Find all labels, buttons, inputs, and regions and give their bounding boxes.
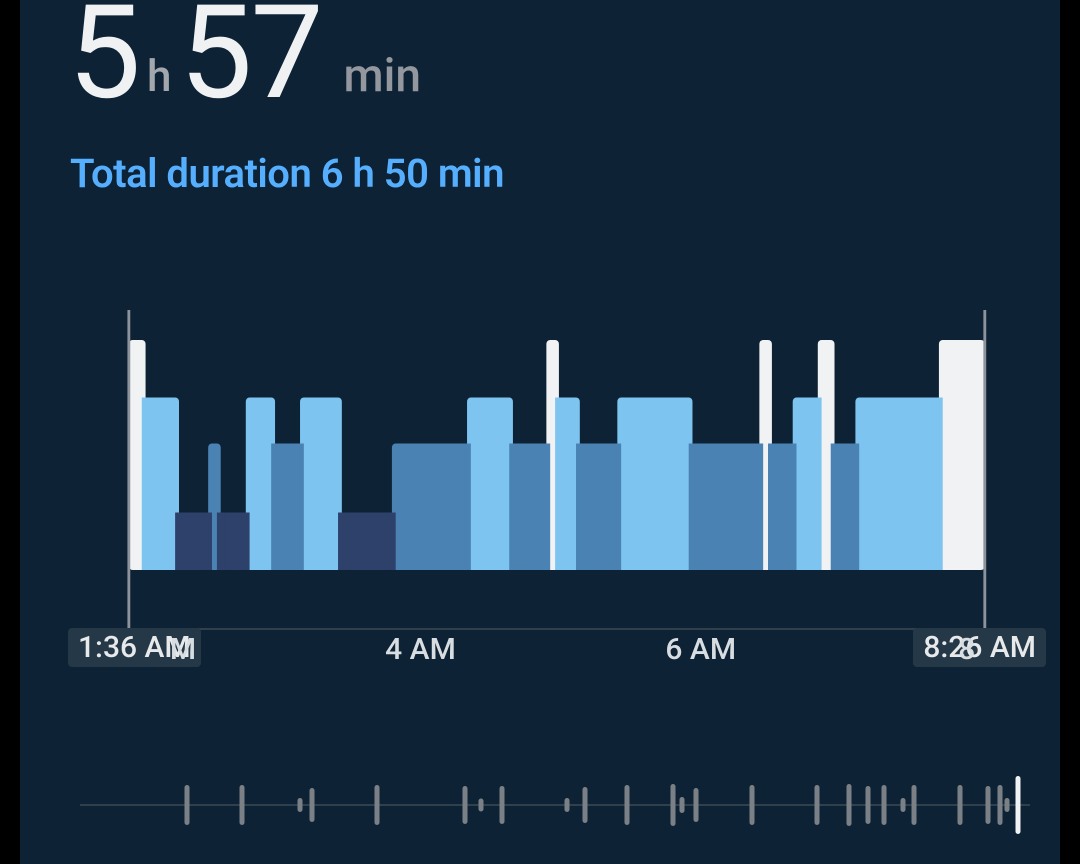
motion-marker — [374, 785, 379, 825]
motion-marker — [499, 786, 504, 824]
motion-marker — [694, 788, 699, 822]
x-axis-tick: 8 — [958, 632, 975, 667]
x-axis-tick: 4 AM — [385, 632, 456, 667]
minutes-unit: min — [344, 49, 421, 103]
stage-segment — [179, 513, 208, 571]
sleep-stage-chart[interactable] — [88, 300, 1038, 630]
motion-marker — [749, 785, 754, 825]
motion-marker — [680, 797, 685, 813]
motion-current-marker[interactable] — [1016, 776, 1021, 834]
stage-segment — [939, 340, 985, 570]
sleep-score-headline: 5 h 57 min — [68, 0, 421, 129]
motion-marker — [624, 785, 629, 825]
stage-segment — [246, 398, 275, 571]
motion-marker — [462, 786, 467, 824]
x-axis: 1:36 AM 8:26 AM M4 AM6 AM8 — [88, 632, 1038, 668]
motion-marker — [309, 788, 314, 822]
motion-strip-axis — [80, 804, 1030, 806]
total-duration-label: Total duration 6 h 50 min — [70, 150, 504, 197]
motion-marker — [912, 785, 917, 825]
x-axis-tick: 6 AM — [665, 632, 736, 667]
motion-marker — [298, 798, 303, 812]
end-time-chip: 8:26 AM — [913, 628, 1046, 667]
motion-marker — [814, 785, 819, 825]
stage-segment — [580, 444, 618, 571]
motion-strip[interactable] — [80, 770, 1030, 840]
stage-segment — [855, 398, 939, 571]
motion-marker — [564, 798, 569, 812]
motion-marker — [671, 784, 676, 826]
stage-segment — [342, 513, 392, 571]
motion-marker — [865, 786, 870, 824]
motion-marker — [986, 786, 991, 824]
motion-marker — [184, 785, 189, 825]
motion-marker — [900, 798, 905, 812]
stage-segment — [146, 398, 179, 571]
minutes-value: 57 — [179, 0, 321, 129]
motion-marker — [583, 787, 588, 823]
hours-value: 5 — [68, 0, 139, 129]
hours-unit: h — [147, 50, 171, 102]
x-axis-tick: M — [170, 632, 196, 667]
motion-marker — [882, 785, 887, 825]
motion-marker — [958, 785, 963, 825]
stage-segment — [617, 398, 692, 571]
stage-segment — [513, 444, 546, 571]
sleep-stage-panel: 5 h 57 min Total duration 6 h 50 min 1:3… — [20, 0, 1060, 864]
motion-marker — [997, 785, 1002, 825]
sleep-stage-svg — [88, 300, 1038, 630]
stage-segment — [692, 444, 759, 571]
stage-segment — [300, 398, 342, 571]
motion-marker — [240, 785, 245, 825]
motion-marker — [478, 799, 483, 812]
stage-segment — [467, 398, 513, 571]
motion-marker — [847, 784, 852, 826]
stage-segment — [392, 444, 467, 571]
motion-marker — [1004, 798, 1009, 812]
